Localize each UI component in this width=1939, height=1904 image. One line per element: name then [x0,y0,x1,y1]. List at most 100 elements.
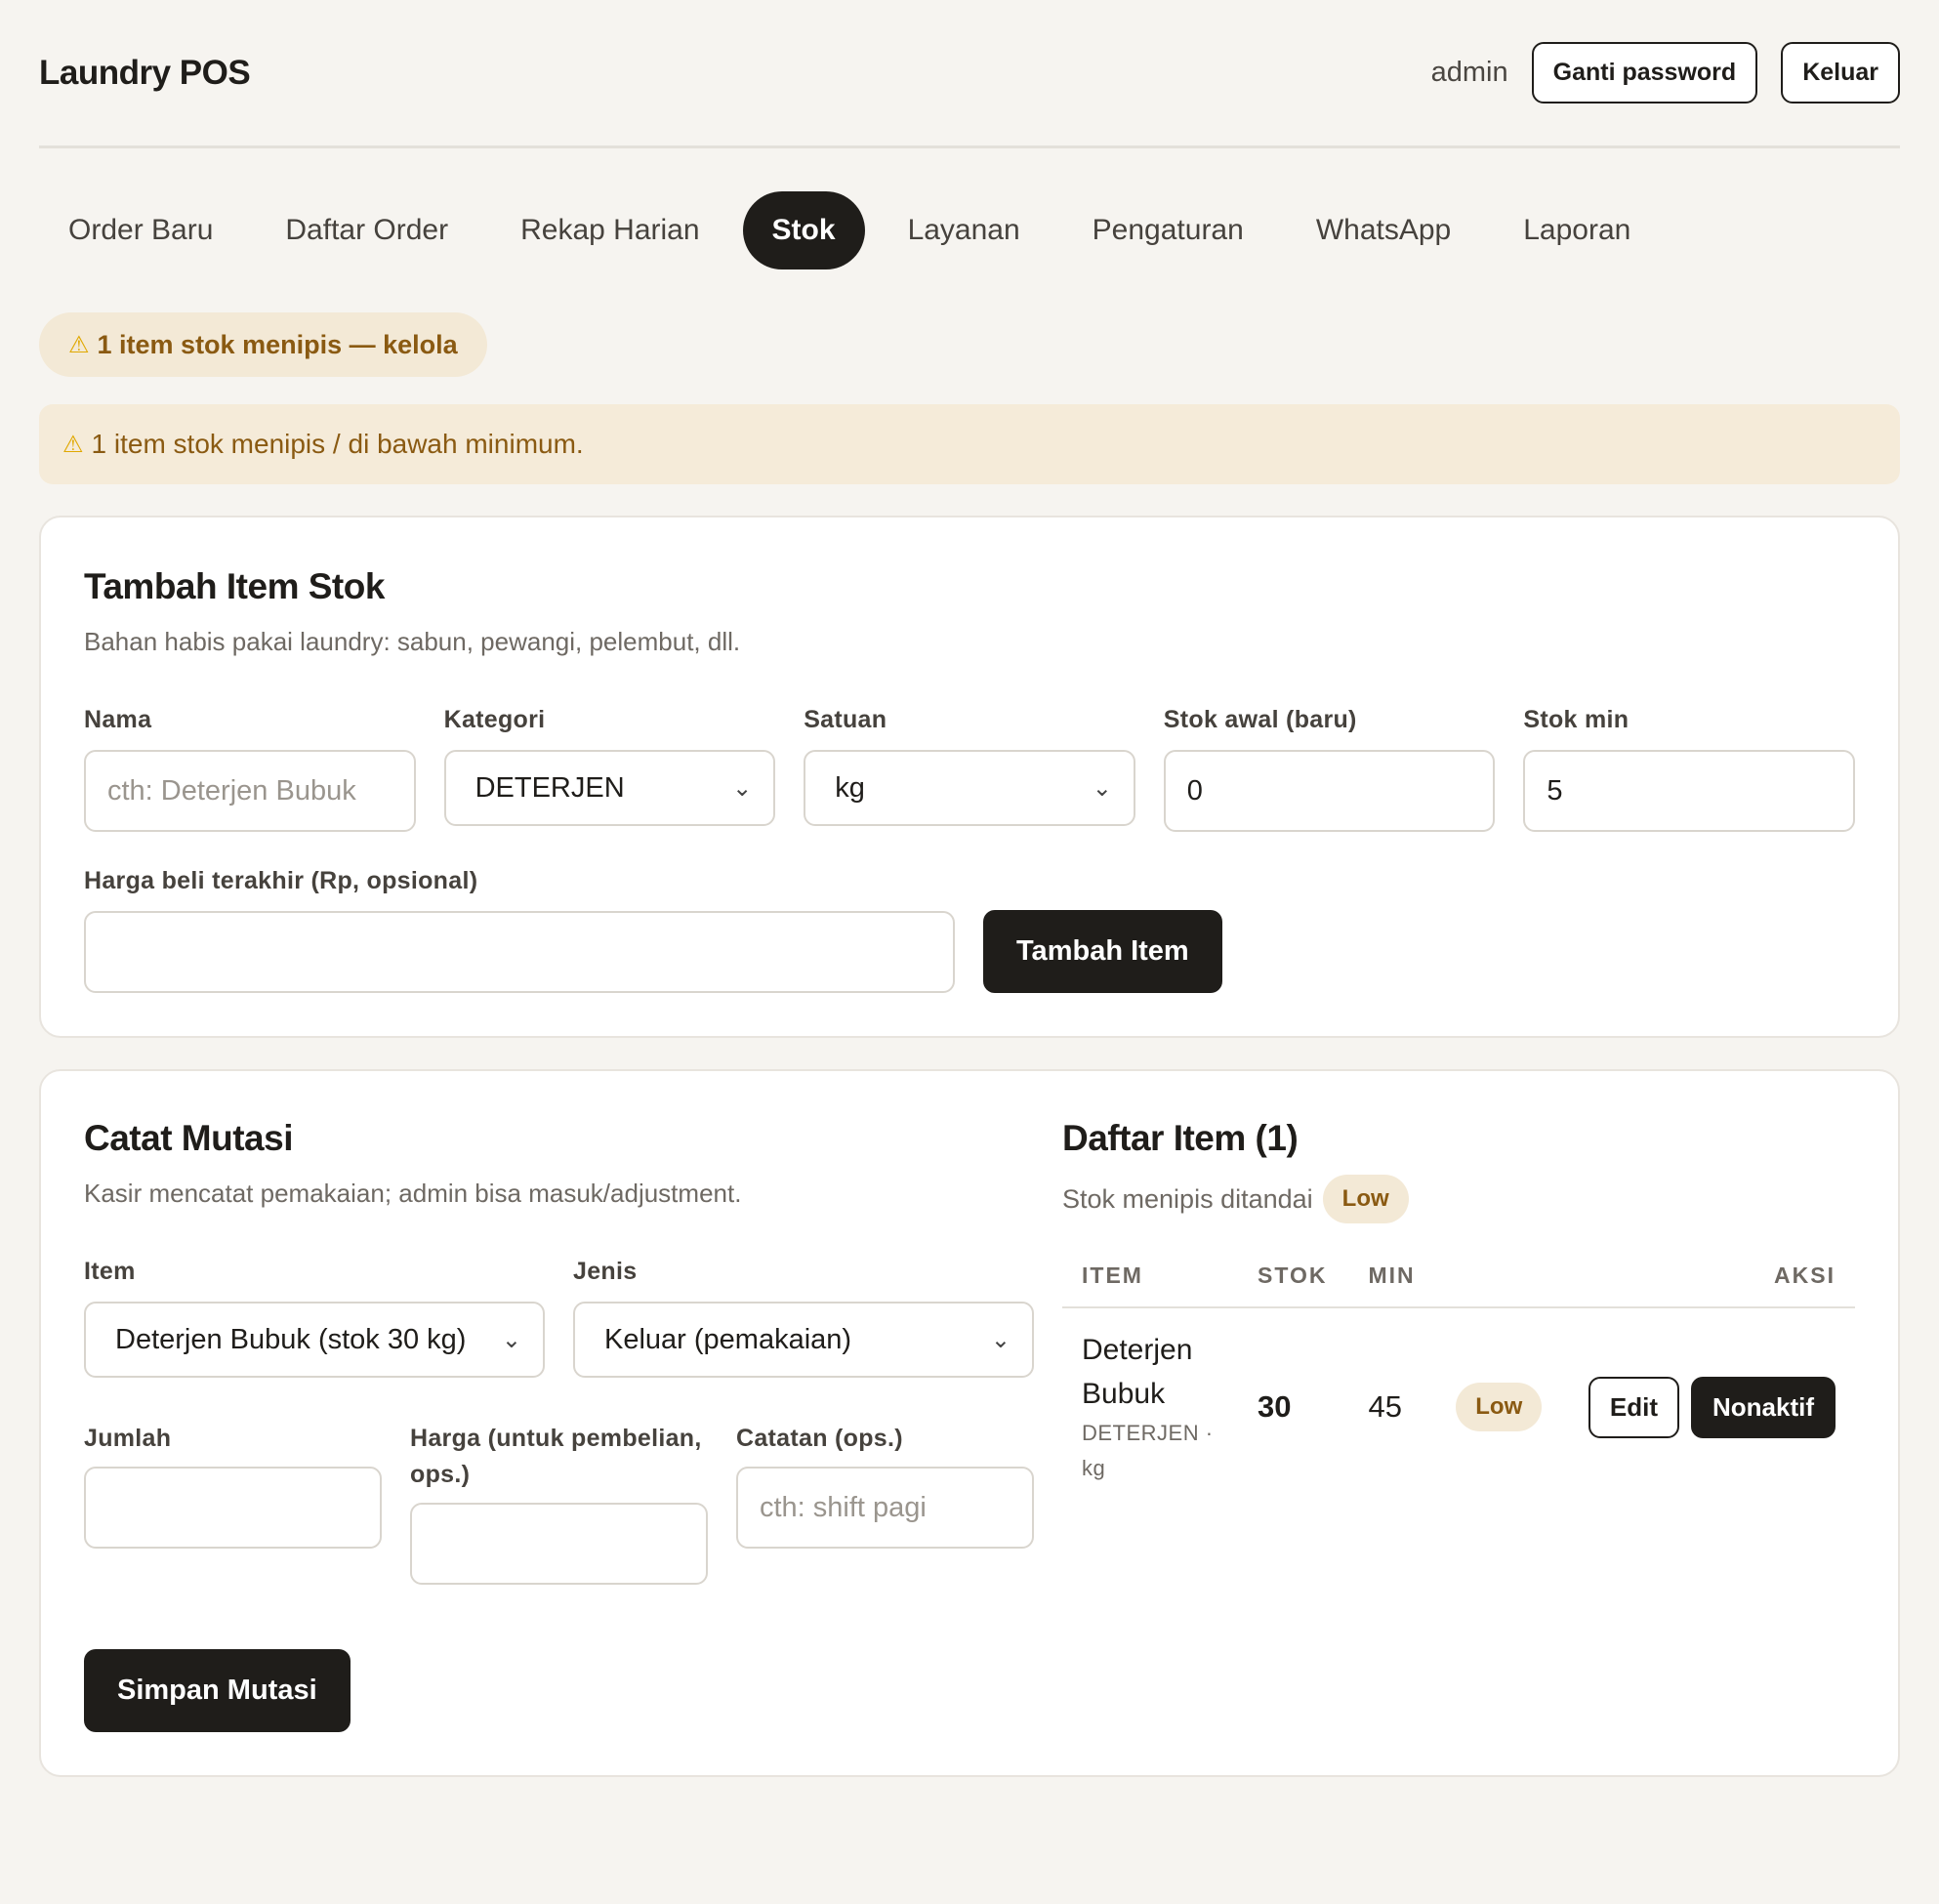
min-stock-field-group: Stok min 5 [1523,706,1855,832]
tab-pengaturan[interactable]: Pengaturan [1063,191,1273,269]
column-header-min: MIN [1348,1262,1437,1308]
mutation-row-1: Item Deterjen Bubuk (stok 30 kg) ⌄ Jenis… [84,1258,1034,1378]
deactivate-button[interactable]: Nonaktif [1691,1376,1836,1438]
item-list-subtitle: Stok menipis ditandai [1062,1183,1313,1214]
chevron-down-icon: ⌄ [501,1326,521,1353]
min-stock-input[interactable]: 5 [1523,750,1855,832]
item-field-group: Item Deterjen Bubuk (stok 30 kg) ⌄ [84,1258,545,1378]
name-input[interactable]: cth: Deterjen Bubuk [84,750,416,832]
status-badge: Low [1456,1383,1543,1431]
item-list-section: Daftar Item (1) Stok menipis ditandai Lo… [1062,1118,1855,1732]
tab-rekap-harian[interactable]: Rekap Harian [491,191,728,269]
type-label: Jenis [573,1258,638,1285]
table-row: Deterjen Bubuk DETERJEN · kg 30 45 Low E… [1062,1307,1855,1506]
name-label: Nama [84,706,152,733]
action-cell: Edit Nonaktif [1564,1307,1855,1506]
warning-icon: ⚠ [68,331,90,358]
unit-label: Satuan [804,706,887,733]
column-header-stock: STOK [1238,1262,1349,1308]
add-item-button[interactable]: Tambah Item [983,910,1222,993]
item-list-title: Daftar Item (1) [1062,1118,1299,1158]
tab-stok[interactable]: Stok [742,191,865,269]
header: Laundry POS admin Ganti password Keluar [39,0,1900,148]
tab-daftar-order[interactable]: Daftar Order [256,191,477,269]
price-label: Harga beli terakhir (Rp, opsional) [84,867,478,894]
initial-stock-input[interactable]: 0 [1163,750,1496,832]
add-item-row: Nama cth: Deterjen Bubuk Kategori DETERJ… [84,706,1855,832]
chevron-down-icon: ⌄ [1092,774,1112,802]
add-item-subtitle: Bahan habis pakai laundry: sabun, pewang… [84,627,741,656]
mutation-price-field-group: Harga (untuk pembelian, ops.) [410,1421,708,1585]
qty-input[interactable] [84,1467,382,1549]
category-value: DETERJEN [474,771,625,804]
column-header-action: AKSI [1563,1262,1855,1308]
item-cell: Deterjen Bubuk DETERJEN · kg [1062,1307,1238,1506]
app-title: Laundry POS [39,53,251,92]
warning-icon: ⚠ [62,431,84,458]
mutation-row-2: Jumlah Harga (untuk pembelian, ops.) Cat… [84,1421,1034,1585]
add-item-card: Tambah Item Stok Bahan habis pakai laund… [39,516,1900,1038]
category-field-group: Kategori DETERJEN ⌄ [443,706,776,832]
category-select[interactable]: DETERJEN ⌄ [443,750,776,826]
unit-value: kg [835,771,865,804]
add-item-row-2: Harga beli terakhir (Rp, opsional) Tamba… [84,867,1855,993]
item-table: ITEM STOK MIN AKSI Deterjen Bubuk DETERJ… [1062,1262,1855,1506]
mutation-subtitle: Kasir mencatat pemakaian; admin bisa mas… [84,1179,742,1208]
initial-stock-label: Stok awal (baru) [1163,706,1357,733]
low-stock-pill[interactable]: ⚠ 1 item stok menipis — kelola [39,312,487,377]
mutation-card: Catat Mutasi Kasir mencatat pemakaian; a… [39,1069,1900,1777]
save-mutation-button[interactable]: Simpan Mutasi [84,1649,351,1732]
min-stock-label: Stok min [1523,706,1630,733]
change-password-button[interactable]: Ganti password [1531,42,1758,103]
header-actions: admin Ganti password Keluar [1431,42,1900,103]
note-input[interactable]: cth: shift pagi [736,1467,1034,1549]
item-label: Item [84,1258,136,1285]
unit-select[interactable]: kg ⌄ [804,750,1135,826]
tab-laporan[interactable]: Laporan [1494,191,1660,269]
item-select[interactable]: Deterjen Bubuk (stok 30 kg) ⌄ [84,1302,545,1378]
chevron-down-icon: ⌄ [732,774,753,802]
item-name: Deterjen Bubuk [1082,1334,1193,1410]
page: Laundry POS admin Ganti password Keluar … [0,0,1939,1904]
name-field-group: Nama cth: Deterjen Bubuk [84,706,416,832]
logout-button[interactable]: Keluar [1781,42,1900,103]
mutation-price-label: Harga (untuk pembelian, ops.) [410,1425,702,1488]
category-label: Kategori [443,706,546,733]
low-badge: Low [1322,1175,1409,1223]
mutation-title: Catat Mutasi [84,1118,293,1158]
table-header-row: ITEM STOK MIN AKSI [1062,1262,1855,1308]
price-field-group: Harga beli terakhir (Rp, opsional) [84,867,955,993]
type-select-value: Keluar (pemakaian) [604,1323,852,1355]
type-field-group: Jenis Keluar (pemakaian) ⌄ [573,1258,1034,1378]
mutation-split: Catat Mutasi Kasir mencatat pemakaian; a… [84,1118,1855,1732]
chevron-down-icon: ⌄ [990,1326,1011,1353]
price-input[interactable] [84,911,955,993]
initial-stock-field-group: Stok awal (baru) 0 [1163,706,1496,832]
min-cell: 45 [1368,1389,1402,1424]
column-header-status [1436,1262,1564,1308]
edit-button[interactable]: Edit [1588,1376,1679,1438]
low-stock-pill-text: 1 item stok menipis — kelola [97,329,458,359]
note-field-group: Catatan (ops.) cth: shift pagi [736,1421,1034,1549]
tab-layanan[interactable]: Layanan [879,191,1050,269]
item-list-subtitle-row: Stok menipis ditandai Low [1062,1175,1855,1223]
status-cell: Low [1436,1307,1563,1506]
qty-field-group: Jumlah [84,1421,382,1549]
tab-whatsapp[interactable]: WhatsApp [1287,191,1480,269]
nav-tabs: Order Baru Daftar Order Rekap Harian Sto… [39,191,1900,269]
tab-order-baru[interactable]: Order Baru [39,191,242,269]
note-label: Catatan (ops.) [736,1425,903,1452]
mutation-section: Catat Mutasi Kasir mencatat pemakaian; a… [84,1118,1034,1732]
low-stock-banner-text: 1 item stok menipis / di bawah minimum. [91,429,584,459]
item-select-value: Deterjen Bubuk (stok 30 kg) [115,1323,467,1355]
add-item-title: Tambah Item Stok [84,566,385,606]
type-select[interactable]: Keluar (pemakaian) ⌄ [573,1302,1034,1378]
mutation-price-input[interactable] [410,1503,708,1585]
user-name: admin [1430,57,1508,88]
low-stock-banner: ⚠ 1 item stok menipis / di bawah minimum… [39,404,1900,484]
stock-cell: 30 [1258,1389,1292,1424]
column-header-item: ITEM [1062,1262,1238,1308]
item-meta: DETERJEN · kg [1082,1421,1214,1480]
unit-field-group: Satuan kg ⌄ [804,706,1135,832]
qty-label: Jumlah [84,1425,172,1452]
